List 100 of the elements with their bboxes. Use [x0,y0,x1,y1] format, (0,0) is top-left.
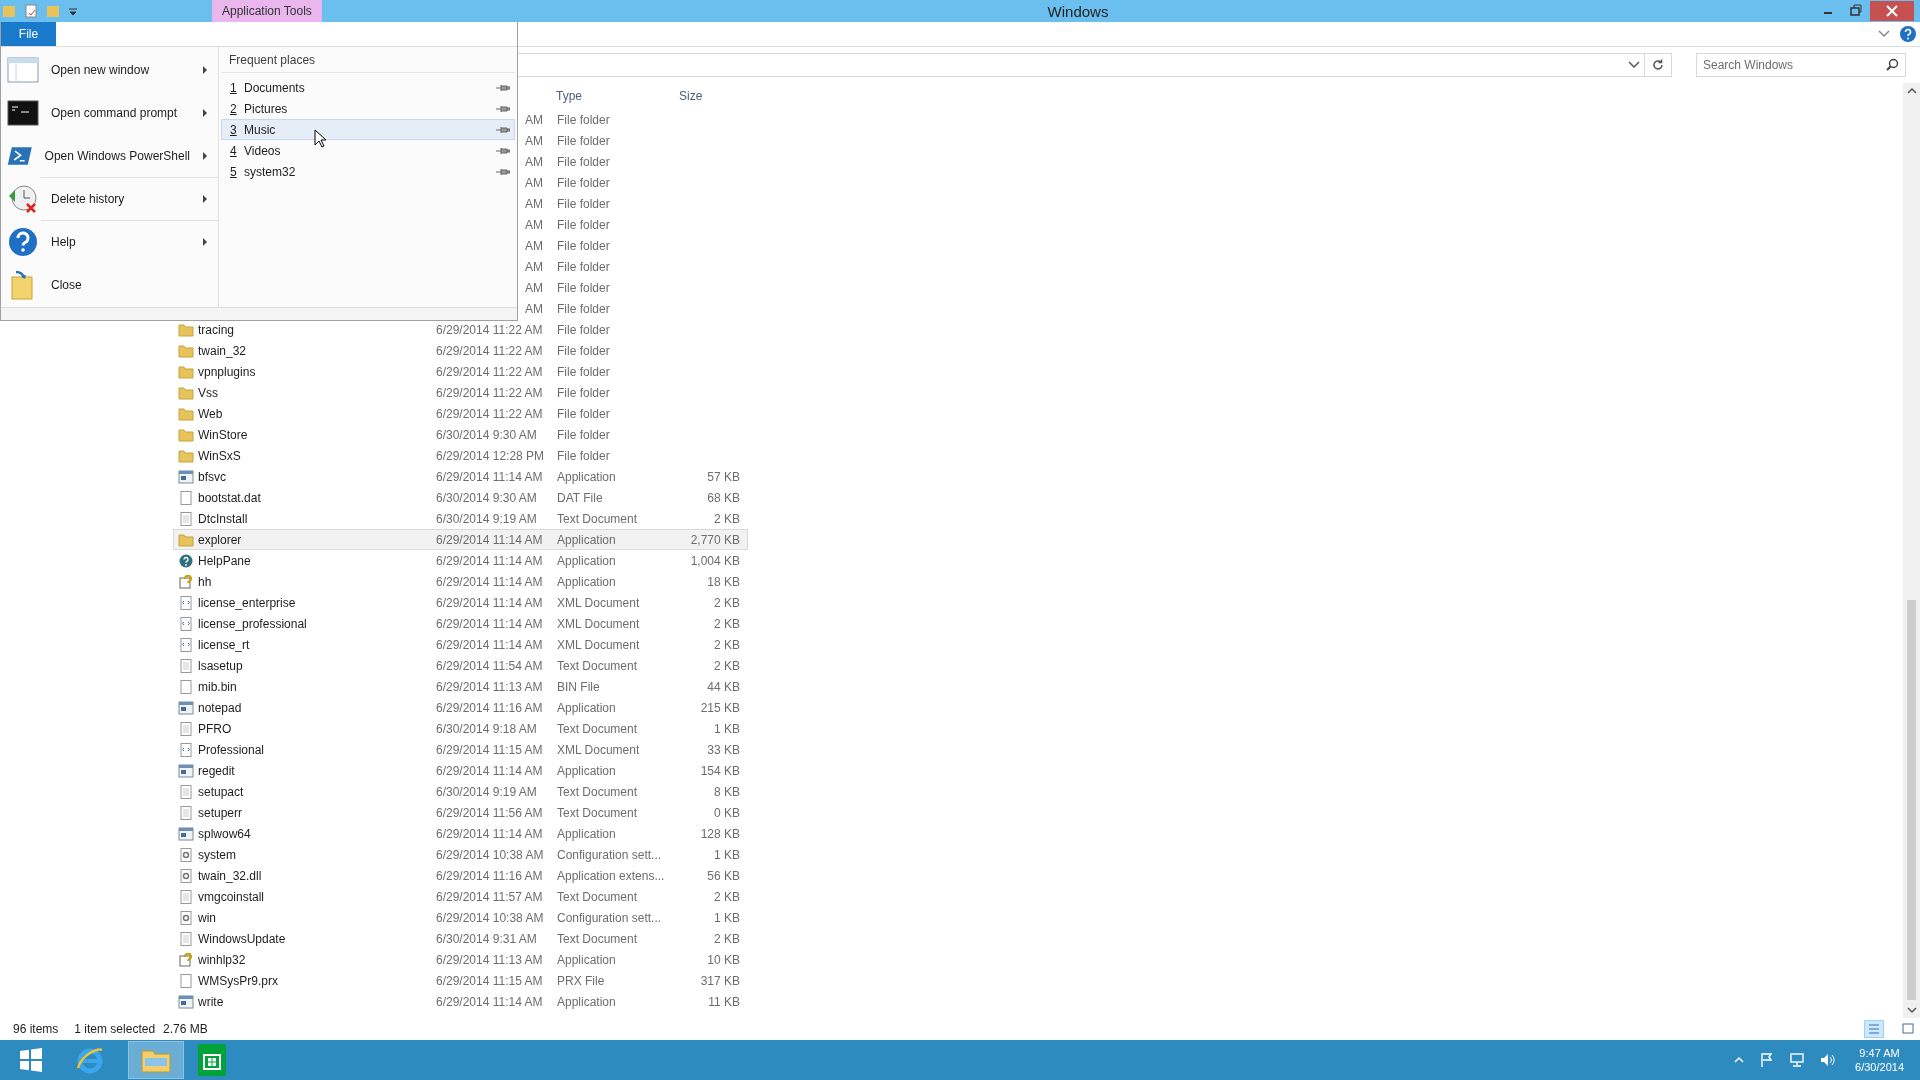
pin-icon[interactable] [496,167,510,176]
store-icon[interactable] [198,1044,226,1076]
file-row[interactable]: tracing 6/29/2014 11:22 AM File folder [173,319,748,340]
file-type: File folder [557,364,611,379]
context-tab[interactable]: Application Tools [212,0,322,22]
mouse-cursor-icon [314,129,326,148]
file-type: Application [557,826,617,841]
file-row[interactable]: lsasetup 6/29/2014 11:54 AM Text Document 2 KB [173,655,748,676]
chevron-down-icon[interactable] [1878,29,1890,39]
network-icon[interactable] [1789,1052,1806,1068]
column-header[interactable]: Size [679,89,739,103]
volume-icon[interactable] [1819,1052,1838,1068]
frequent-place-item[interactable]: 5 system32 [221,161,515,182]
file-row[interactable]: license_enterprise 6/29/2014 11:14 AM XML Document 2 KB [173,592,748,613]
file-row[interactable]: WinSxS 6/29/2014 12:28 PM File folder [173,445,748,466]
file-row[interactable]: regedit 6/29/2014 11:14 AM Application 154 KB [173,760,748,781]
file-row[interactable]: winhlp32 6/29/2014 11:13 AM Application 10 KB [173,949,748,970]
search-field[interactable]: Search Windows [1696,53,1906,77]
clock[interactable]: 9:47 AM 6/30/2014 [1851,1046,1908,1074]
folder-icon [178,532,194,547]
pin-icon[interactable] [496,83,510,92]
date-modified: AM [524,196,544,211]
file-row[interactable]: WindowsUpdate 6/30/2014 9:31 AM Text Document 2 KB [173,928,748,949]
file-row[interactable]: bfsvc 6/29/2014 11:14 AM Application 57 KB [173,466,748,487]
start-icon[interactable] [18,1047,44,1073]
file-row[interactable]: system 6/29/2014 10:38 AM Configuration sett... 1 KB [173,844,748,865]
clock-date: 6/30/2014 [1855,1060,1904,1074]
refresh-icon [1651,58,1665,72]
file-type: Application [557,763,617,778]
file-type: File folder [557,385,611,400]
file-row[interactable]: bootstat.dat 6/30/2014 9:30 AM DAT File 68 KB [173,487,748,508]
file-row[interactable]: setupact 6/30/2014 9:19 AM Text Document 8 KB [173,781,748,802]
menu-item[interactable]: Open Windows PowerShell [1,134,218,177]
date-modified: 6/29/2014 11:14 AM [436,826,544,841]
date-modified: 6/29/2014 11:14 AM [436,637,544,652]
help-icon[interactable] [1900,26,1916,42]
file-name: splwow64 [198,826,251,841]
submenu-arrow-icon [202,194,208,203]
menu-item[interactable]: Open new window [1,48,218,91]
file-row[interactable]: DtcInstall 6/30/2014 9:19 AM Text Document 2 KB [173,508,748,529]
file-type: File folder [557,133,611,148]
vertical-scrollbar[interactable] [1903,83,1920,1018]
date-modified: 6/29/2014 11:16 AM [436,868,544,883]
file-row[interactable]: twain_32 6/29/2014 11:22 AM File folder [173,340,748,361]
file-row[interactable]: license_professional 6/29/2014 11:14 AM XML Document 2 KB [173,613,748,634]
folder-icon [178,364,194,379]
file-size: 154 KB [700,763,740,778]
file-row[interactable]: twain_32.dll 6/29/2014 11:16 AM Application extens... 56 KB [173,865,748,886]
pin-icon[interactable] [496,146,510,155]
scroll-down-icon[interactable] [1906,1006,1917,1014]
file-row[interactable]: notepad 6/29/2014 11:16 AM Application 215 KB [173,697,748,718]
scrollbar-thumb[interactable] [1907,600,1916,1000]
refresh-button[interactable] [1645,53,1672,77]
column-header[interactable]: Type [556,89,679,103]
file-row[interactable]: WMSysPr9.prx 6/29/2014 11:15 AM PRX File 317 KB [173,970,748,991]
date-modified: 6/29/2014 11:22 AM [436,364,544,379]
text-document-icon [178,931,194,946]
frequent-place-item[interactable]: 2 Pictures [221,98,515,119]
file-row[interactable]: Professional 6/29/2014 11:15 AM XML Document 33 KB [173,739,748,760]
file-row[interactable]: win 6/29/2014 10:38 AM Configuration sett... 1 KB [173,907,748,928]
file-row[interactable]: setuperr 6/29/2014 11:56 AM Text Document 0 KB [173,802,748,823]
document-icon [178,490,194,505]
chevron-down-icon[interactable] [1628,60,1640,70]
file-row[interactable]: write 6/29/2014 11:14 AM Application 11 KB [173,991,748,1012]
file-row[interactable]: HelpPane 6/29/2014 11:14 AM Application 1,004 KB [173,550,748,571]
file-row[interactable]: vpnplugins 6/29/2014 11:22 AM File folder [173,361,748,382]
date-modified: AM [524,238,544,253]
date-modified: 6/29/2014 11:14 AM [436,553,544,568]
text-document-icon [178,805,194,820]
selected-file-row[interactable]: explorer 6/29/2014 11:14 AM Application 2,770 KB [173,529,748,550]
menu-item[interactable]: Close [1,263,218,306]
file-row[interactable]: license_rt 6/29/2014 11:14 AM XML Document 2 KB [173,634,748,655]
file-type: File folder [557,238,611,253]
file-row[interactable]: splwow64 6/29/2014 11:14 AM Application 128 KB [173,823,748,844]
file-type: Application [557,469,617,484]
clock-time: 9:47 AM [1859,1046,1900,1060]
file-row[interactable]: mib.bin 6/29/2014 11:13 AM BIN File 44 KB [173,676,748,697]
close-button[interactable] [1870,1,1914,21]
file-row[interactable]: vmgcoinstall 6/29/2014 11:57 AM Text Document 2 KB [173,886,748,907]
frequent-place-item[interactable]: 1 Documents [221,77,515,98]
properties-icon[interactable] [24,4,38,18]
file-row[interactable]: WinStore 6/30/2014 9:30 AM File folder [173,424,748,445]
file-type: Configuration sett... [557,847,663,862]
menu-item[interactable]: Open command prompt [1,91,218,134]
window-title: Windows [1046,2,1110,20]
large-icons-view-icon[interactable] [1900,1021,1916,1037]
file-row[interactable]: Vss 6/29/2014 11:22 AM File folder [173,382,748,403]
scroll-up-icon[interactable] [1906,87,1917,95]
pin-icon[interactable] [496,125,510,134]
pin-icon[interactable] [496,104,510,113]
file-row[interactable]: hh 6/29/2014 11:14 AM Application 18 KB [173,571,748,592]
file-tab[interactable]: File [1,22,56,46]
search-icon[interactable] [1886,58,1899,71]
file-row[interactable]: Web 6/29/2014 11:22 AM File folder [173,403,748,424]
frequent-place-item[interactable]: 3 Music [221,119,515,140]
file-row[interactable]: PFRO 6/30/2014 9:18 AM Text Document 1 KB [173,718,748,739]
details-view-icon[interactable] [1864,1020,1884,1038]
file-name: system [198,847,236,862]
date-modified: 6/29/2014 11:15 AM [436,973,544,988]
frequent-place-item[interactable]: 4 Videos [221,140,515,161]
